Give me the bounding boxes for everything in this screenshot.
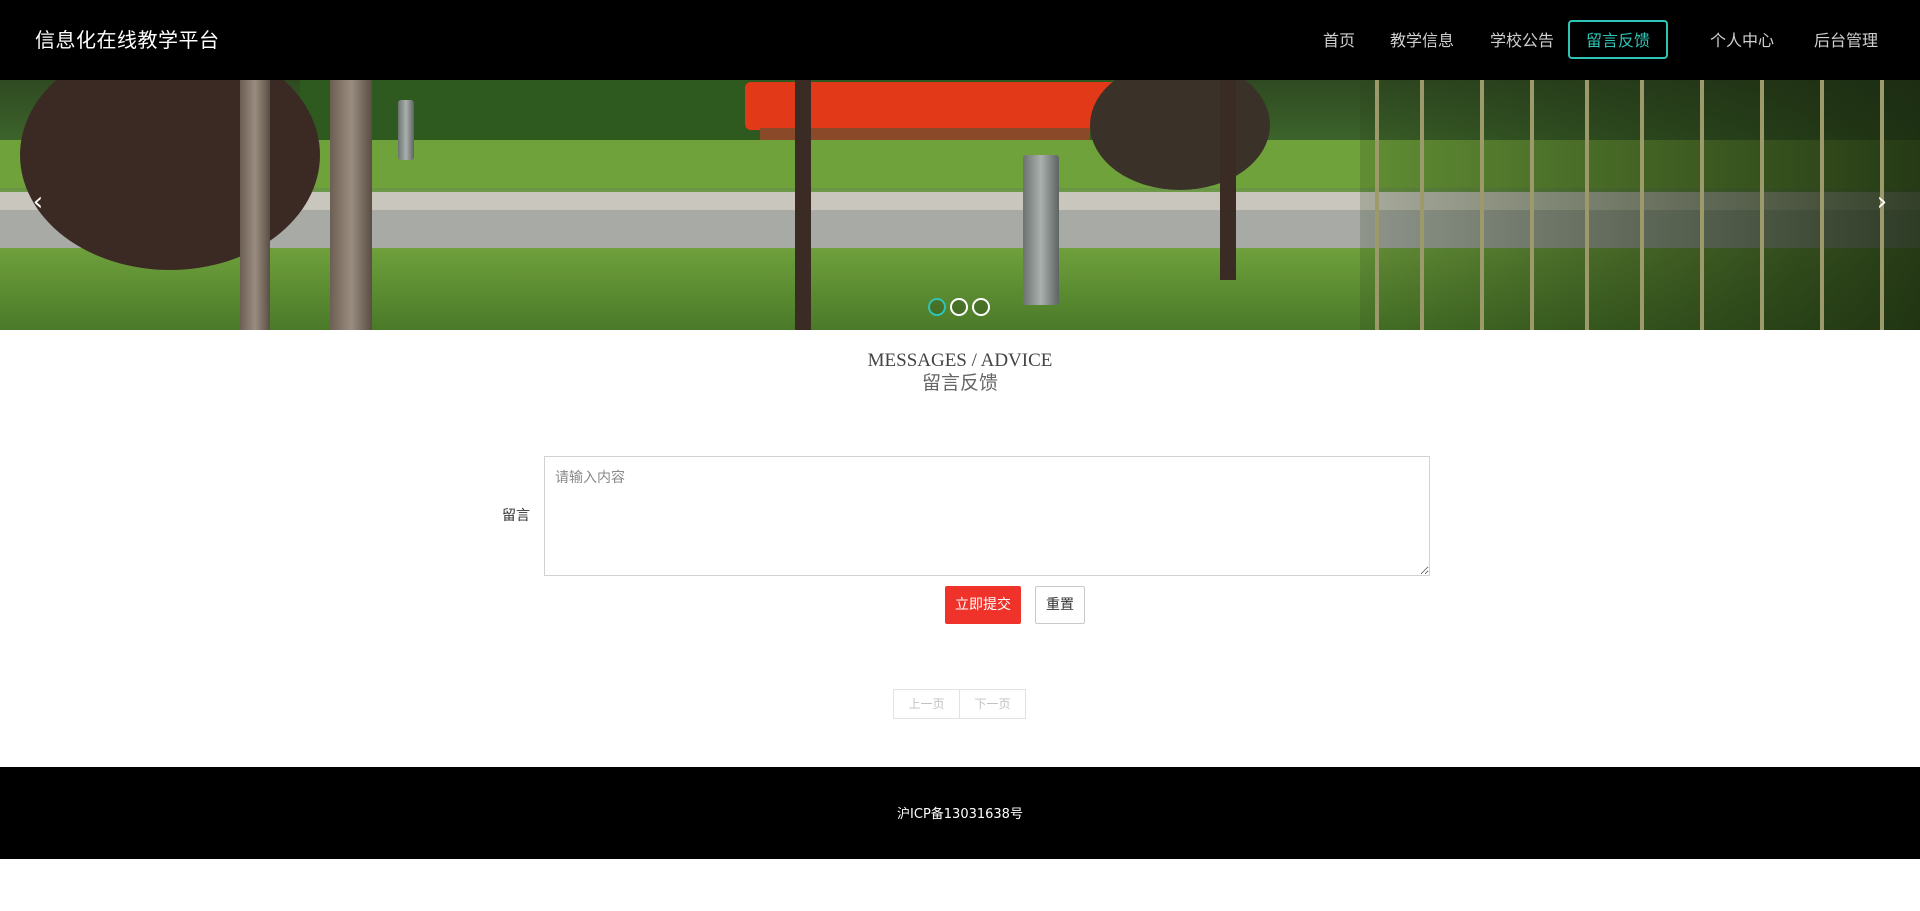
submit-button[interactable]: 立即提交 [945, 586, 1021, 624]
message-textarea[interactable] [544, 456, 1430, 576]
chevron-left-icon[interactable]: ‹ [26, 189, 50, 215]
nav-personal-center[interactable]: 个人中心 [1704, 20, 1780, 59]
section-title-en: MESSAGES / ADVICE [867, 350, 1053, 371]
message-label: 留言 [502, 508, 530, 524]
nav-home[interactable]: 首页 [1311, 20, 1367, 59]
section-title: MESSAGES / ADVICE 留言反馈 [0, 350, 1920, 396]
carousel-dot-1[interactable] [928, 298, 946, 316]
nav-feedback[interactable]: 留言反馈 [1568, 20, 1668, 59]
next-page-button[interactable]: 下一页 [959, 689, 1026, 719]
carousel-dot-2[interactable] [950, 298, 968, 316]
nav-admin[interactable]: 后台管理 [1808, 20, 1884, 59]
nav-school-notice[interactable]: 学校公告 [1484, 20, 1560, 59]
section-title-cn: 留言反馈 [921, 373, 998, 394]
chevron-right-icon[interactable]: › [1870, 189, 1894, 215]
prev-page-button[interactable]: 上一页 [893, 689, 960, 719]
carousel-dot-3[interactable] [972, 298, 990, 316]
nav-teaching-info[interactable]: 教学信息 [1384, 20, 1460, 59]
footer: 沪ICP备13031638号 [0, 767, 1920, 859]
reset-button[interactable]: 重置 [1035, 586, 1085, 624]
icp-record[interactable]: 沪ICP备13031638号 [0, 803, 1920, 822]
banner-carousel [0, 80, 1920, 330]
site-title[interactable]: 信息化在线教学平台 [35, 26, 220, 54]
top-navbar: 信息化在线教学平台 首页 教学信息 学校公告 留言反馈 个人中心 后台管理 [0, 0, 1920, 80]
